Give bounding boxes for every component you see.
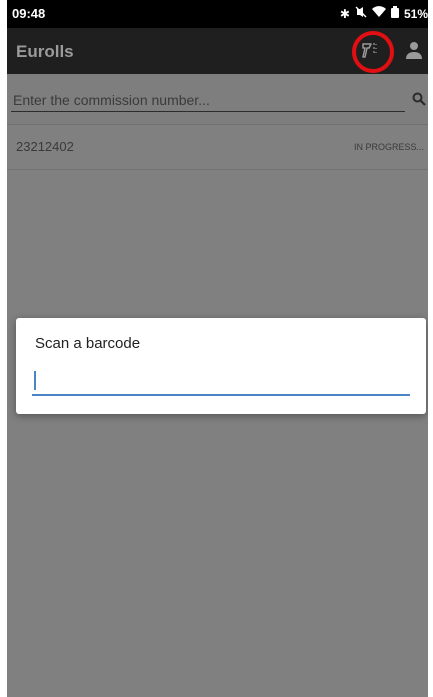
barcode-input-field [32, 368, 414, 396]
screenshot-frame-left [0, 0, 7, 697]
commission-number-input[interactable] [11, 89, 405, 112]
commission-list: 23212402 IN PROGRESS... [7, 124, 428, 170]
status-bar: 09:48 ✱ 51% [7, 0, 428, 28]
app-bar: Eurolls [7, 28, 428, 74]
app-title: Eurolls [16, 42, 74, 61]
battery-percent: 51% [403, 6, 428, 21]
dialog-title: Scan a barcode [35, 335, 141, 352]
search-bar [7, 74, 428, 124]
barcode-input[interactable] [32, 368, 414, 392]
mute-icon [355, 6, 367, 21]
barcode-scanner-icon [362, 43, 377, 58]
person-icon [406, 42, 422, 59]
search-icon[interactable] [412, 92, 426, 111]
status-time: 09:48 [12, 6, 46, 21]
status-icons: ✱ 51% [340, 6, 428, 21]
screenshot-frame-right [428, 0, 433, 697]
scan-barcode-button[interactable] [352, 31, 394, 73]
commission-number: 23212402 [16, 139, 74, 154]
bluetooth-icon: ✱ [339, 6, 350, 21]
scan-barcode-dialog: Scan a barcode [16, 318, 426, 414]
list-item[interactable]: 23212402 IN PROGRESS... [7, 124, 428, 170]
commission-status: IN PROGRESS... [353, 142, 424, 152]
battery-icon [390, 6, 399, 21]
profile-button[interactable] [405, 40, 425, 62]
text-cursor [34, 371, 36, 390]
wifi-icon [371, 6, 386, 21]
